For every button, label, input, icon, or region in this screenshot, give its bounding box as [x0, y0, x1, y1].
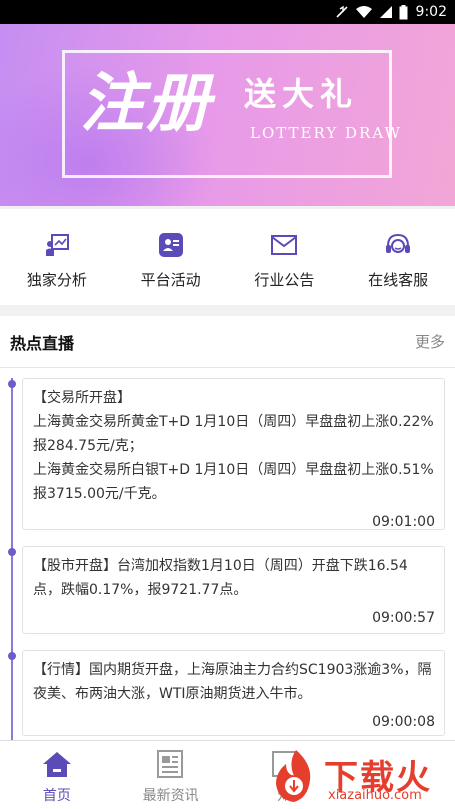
timeline-dot — [8, 380, 16, 388]
timeline-dot — [8, 548, 16, 556]
status-icons — [335, 4, 408, 20]
banner-subtitle: LOTTERY DRAW — [250, 124, 402, 142]
promo-banner[interactable]: 注册 送大礼 LOTTERY DRAW — [0, 24, 455, 206]
news-card[interactable]: 【交易所开盘】 上海黄金交易所黄金T+D 1月10日（周四）早盘盘初上涨0.22… — [22, 378, 445, 530]
mail-icon — [270, 231, 298, 259]
quick-item-label: 在线客服 — [368, 271, 429, 289]
news-line: 【行情】国内期货开盘，上海原油主力合约SC1903涨逾3%，隔夜美、布两油大涨，… — [33, 662, 432, 702]
news-card[interactable]: 【股市开盘】台湾加权指数1月10日（周四）开盘下跌16.54点，跌幅0.17%，… — [22, 546, 445, 634]
quick-item-announcement[interactable]: 行业公告 — [228, 209, 342, 305]
quick-item-activity[interactable]: 平台活动 — [114, 209, 228, 305]
home-icon — [40, 747, 74, 781]
headset-icon — [384, 231, 412, 259]
nav-home[interactable]: 首页 — [0, 741, 114, 809]
news-time: 09:01:00 — [372, 514, 435, 530]
nav-latest-news[interactable]: 最新资讯 — [114, 741, 228, 809]
battery-icon — [399, 4, 408, 19]
news-line: 上海黄金交易所黄金T+D 1月10日（周四）早盘盘初上涨0.22%报284.75… — [33, 414, 434, 454]
quick-item-support[interactable]: 在线客服 — [341, 209, 455, 305]
analysis-icon — [43, 231, 71, 259]
banner-title-small: 送大礼 — [244, 75, 359, 113]
mute-icon — [335, 5, 348, 18]
activity-icon — [157, 231, 185, 259]
nav-label: 首页 — [42, 788, 71, 804]
watermark-logo: 下载火 xiazaihuo.com — [262, 744, 455, 809]
banner-title-big: 注册 — [80, 67, 212, 141]
news-header: 热点直播 更多 — [0, 316, 455, 368]
watermark-url: xiazaihuo.com — [328, 788, 422, 803]
wifi-icon — [355, 6, 372, 18]
news-time: 09:00:57 — [372, 610, 435, 626]
status-time: 9:02 — [415, 4, 447, 20]
news-icon — [154, 747, 188, 781]
news-title: 热点直播 — [10, 333, 75, 353]
quick-menu: 独家分析 平台活动 行业公告 在线客服 — [0, 209, 455, 305]
news-line: 上海黄金交易所白银T+D 1月10日（周四）早盘盘初上涨0.51%报3715.0… — [33, 462, 434, 502]
timeline-dot — [8, 652, 16, 660]
signal-icon — [379, 6, 392, 18]
flame-icon — [276, 750, 311, 802]
quick-item-label: 平台活动 — [140, 271, 201, 289]
news-time: 09:00:08 — [372, 714, 435, 730]
news-line: 【交易所开盘】 — [33, 390, 131, 406]
timeline-line — [11, 378, 13, 740]
quick-item-label: 独家分析 — [26, 271, 87, 289]
news-card[interactable]: 【行情】国内期货开盘，上海原油主力合约SC1903涨逾3%，隔夜美、布两油大涨，… — [22, 650, 445, 736]
quick-item-analysis[interactable]: 独家分析 — [0, 209, 114, 305]
nav-label: 最新资讯 — [142, 788, 199, 804]
news-more-link[interactable]: 更多 — [415, 331, 445, 352]
status-bar: 9:02 — [0, 0, 455, 24]
hot-news-section: 热点直播 更多 【交易所开盘】 上海黄金交易所黄金T+D 1月10日（周四）早盘… — [0, 316, 455, 740]
quick-item-label: 行业公告 — [254, 271, 315, 289]
news-line: 【股市开盘】台湾加权指数1月10日（周四）开盘下跌16.54点，跌幅0.17%，… — [33, 558, 408, 598]
